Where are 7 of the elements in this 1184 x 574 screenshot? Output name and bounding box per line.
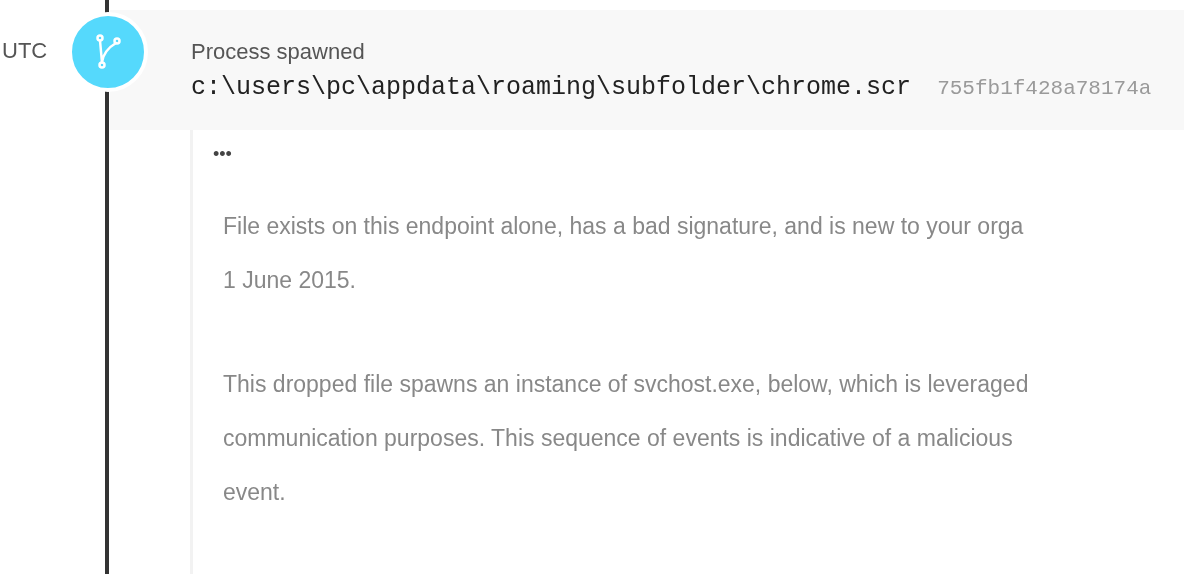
file-path: c:\users\pc\appdata\roaming\subfolder\chrome.scr: [191, 72, 912, 102]
more-dots[interactable]: •••: [213, 144, 232, 165]
description-paragraph: This dropped file spawns an instance of svchost.exe, below, which is leveraged communication purposes. This sequence of events is indicative of a malicious event.: [223, 370, 1029, 507]
description-paragraph: File exists on this endpoint alone, has a bad signature, and is new to your orga 1 June 2015.: [223, 212, 1024, 295]
event-title: Process spawned: [191, 38, 366, 65]
time-zone-label: UTC: [2, 38, 48, 64]
file-hash: 755fb1f428a78174a: [937, 76, 1152, 100]
